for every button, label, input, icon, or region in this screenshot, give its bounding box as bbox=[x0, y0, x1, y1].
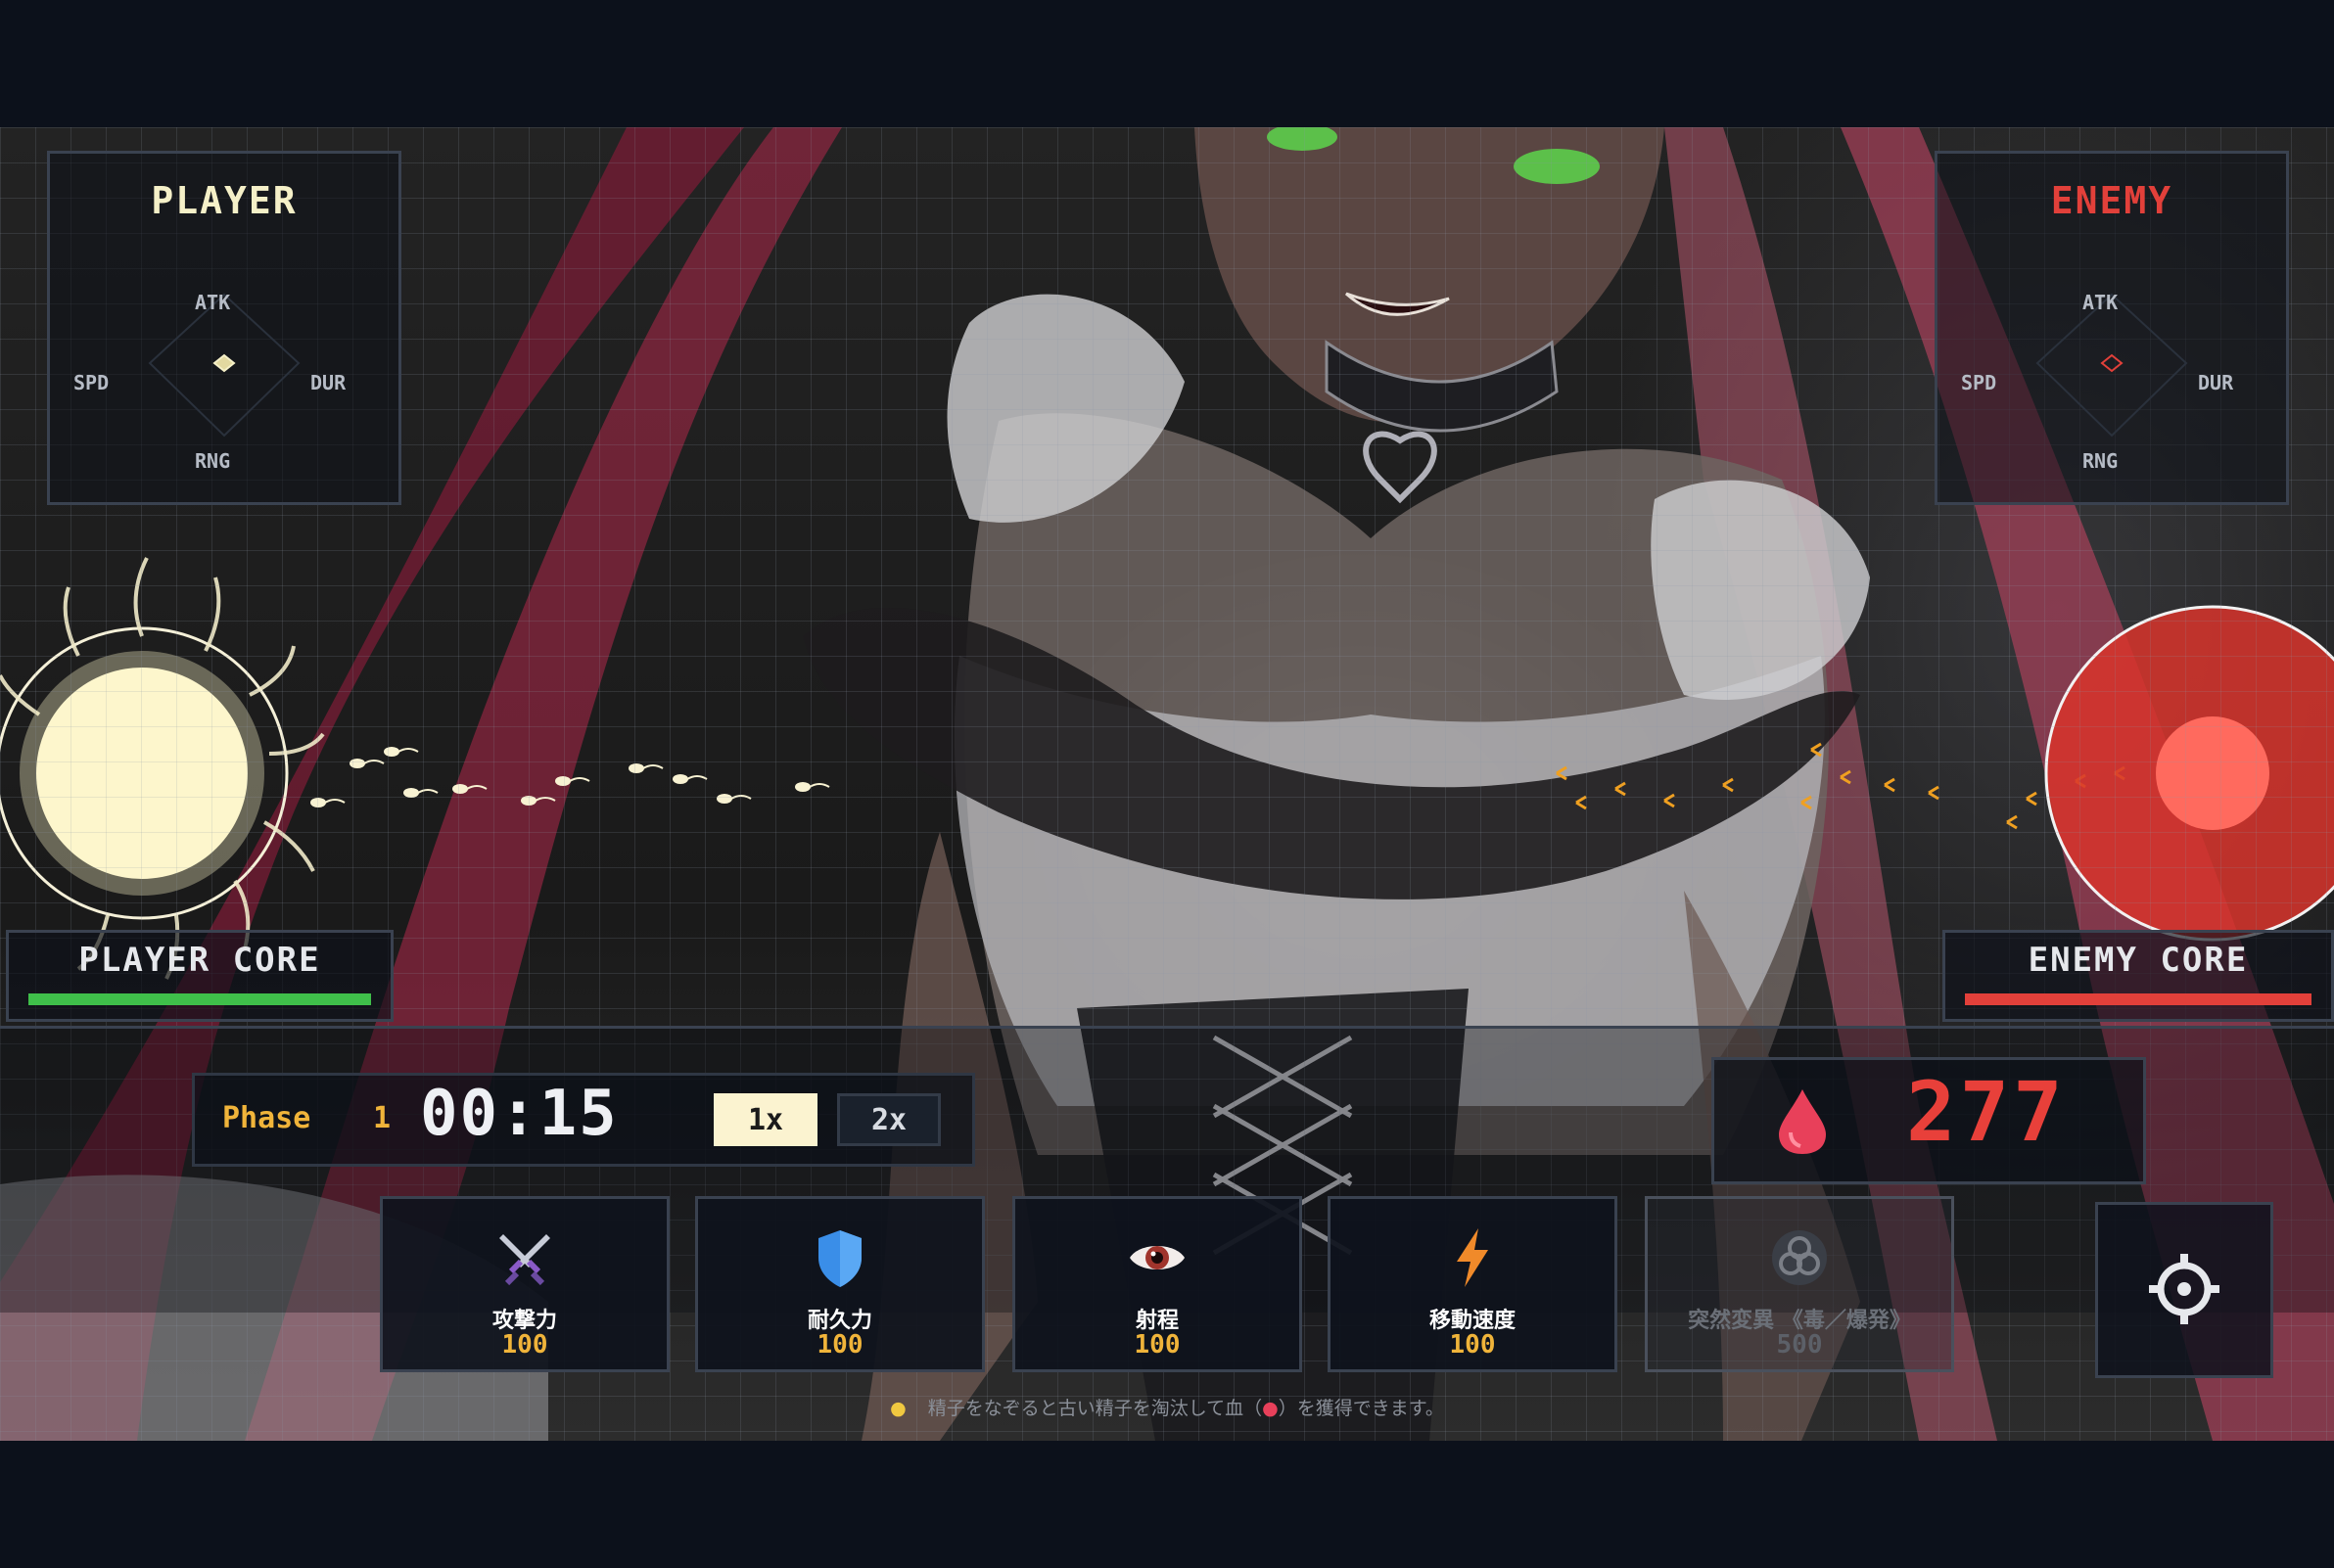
upgrade-attack-button[interactable]: 攻撃力 100 bbox=[380, 1196, 670, 1372]
upgrade-mutation-cost: 500 bbox=[1776, 1330, 1823, 1360]
player-core-health-fill bbox=[28, 993, 371, 1005]
enemy-stat-spd: SPD bbox=[1961, 371, 1997, 394]
enemy-core-health-track bbox=[1965, 993, 2311, 1005]
blood-counter: 277 bbox=[1711, 1057, 2146, 1184]
biohazard-icon bbox=[1772, 1230, 1827, 1285]
enemy-stat-atk: ATK bbox=[2082, 291, 2119, 314]
upgrade-range-button[interactable]: 射程 100 bbox=[1012, 1196, 1302, 1372]
settings-button[interactable] bbox=[2095, 1202, 2273, 1378]
hint-text-after: ）を獲得できます。 bbox=[1278, 1398, 1444, 1419]
player-stat-rng: RNG bbox=[195, 449, 231, 473]
upgrade-mutation-button[interactable]: 突然変異 《毒／爆発》 500 bbox=[1645, 1196, 1954, 1372]
phase-label: Phase bbox=[222, 1101, 311, 1135]
upgrade-range-cost: 100 bbox=[1134, 1330, 1181, 1360]
upgrade-durability-button[interactable]: 耐久力 100 bbox=[695, 1196, 985, 1372]
shield-icon bbox=[818, 1230, 862, 1287]
gear-icon bbox=[2149, 1254, 2219, 1324]
player-stat-dur: DUR bbox=[310, 371, 347, 394]
blood-drop-icon bbox=[1779, 1089, 1826, 1154]
upgrade-speed-cost: 100 bbox=[1449, 1330, 1496, 1360]
player-stats-panel: PLAYER ATK SPD DUR RNG bbox=[47, 151, 401, 505]
player-core-health-track bbox=[28, 993, 371, 1005]
player-stat-atk: ATK bbox=[195, 291, 231, 314]
player-stat-spd: SPD bbox=[73, 371, 110, 394]
lightbulb-icon: ● bbox=[890, 1398, 907, 1419]
speed-1x-button[interactable]: 1x bbox=[714, 1093, 817, 1146]
blood-amount: 277 bbox=[1906, 1064, 2067, 1160]
lightning-icon bbox=[1457, 1228, 1488, 1287]
hint-text: ● 精子をなぞると古い精子を淘汰して血（●）を獲得できます。 bbox=[0, 1394, 2334, 1420]
enemy-core-status: ENEMY CORE bbox=[1942, 930, 2334, 1022]
phase-number: 1 bbox=[373, 1101, 392, 1135]
hint-text-before: 精子をなぞると古い精子を淘汰して血（ bbox=[927, 1398, 1263, 1419]
upgrade-durability-cost: 100 bbox=[817, 1330, 864, 1360]
enemy-stats-panel: ENEMY ATK SPD DUR RNG bbox=[1935, 151, 2289, 505]
timer-display: 00:15 bbox=[420, 1078, 619, 1150]
enemy-core-label: ENEMY CORE bbox=[2028, 941, 2249, 980]
upgrade-attack-cost: 100 bbox=[501, 1330, 548, 1360]
phase-timer-panel: Phase 1 00:15 1x 2x bbox=[192, 1073, 975, 1167]
hint-blood-drop-icon: ● bbox=[1262, 1398, 1279, 1419]
player-core-label: PLAYER CORE bbox=[78, 941, 321, 980]
player-core-status: PLAYER CORE bbox=[6, 930, 394, 1022]
speed-2x-button[interactable]: 2x bbox=[837, 1093, 941, 1146]
enemy-stat-rng: RNG bbox=[2082, 449, 2119, 473]
enemy-stat-dur: DUR bbox=[2198, 371, 2234, 394]
enemy-core-health-fill bbox=[1965, 993, 2311, 1005]
player-core-orb bbox=[0, 557, 325, 980]
eye-icon bbox=[1130, 1246, 1185, 1269]
crossed-swords-icon bbox=[499, 1234, 550, 1286]
upgrade-speed-button[interactable]: 移動速度 100 bbox=[1328, 1196, 1617, 1372]
